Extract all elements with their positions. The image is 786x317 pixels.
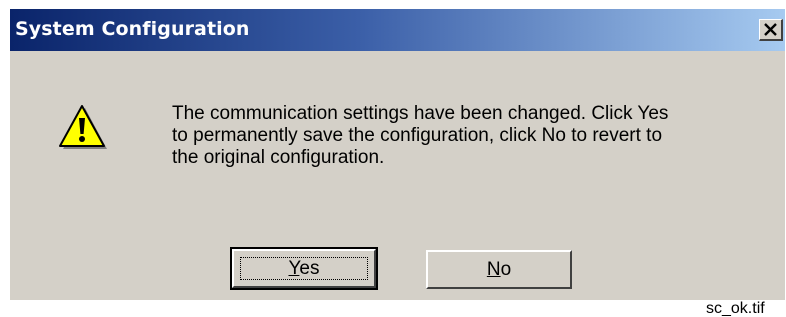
screenshot-canvas: System Configuration The communication s… xyxy=(0,0,786,317)
close-button[interactable] xyxy=(759,19,783,41)
file-caption: sc_ok.tif xyxy=(706,300,765,317)
message-line: the original configuration. xyxy=(172,147,385,168)
yes-button[interactable]: Yes xyxy=(230,247,378,290)
title-bar[interactable]: System Configuration xyxy=(10,9,785,51)
message-line: to permanently save the configuration, c… xyxy=(172,125,663,146)
focus-ring xyxy=(240,257,368,280)
no-label-rest: o xyxy=(500,259,512,280)
no-button[interactable]: No xyxy=(426,250,572,289)
no-accelerator: N xyxy=(486,259,501,280)
message-line: The communication settings have been cha… xyxy=(172,103,669,124)
close-icon xyxy=(764,23,777,36)
dialog-message: The communication settings have been cha… xyxy=(172,103,772,169)
dialog-title: System Configuration xyxy=(15,18,250,40)
warning-icon xyxy=(59,105,107,149)
system-configuration-dialog: System Configuration The communication s… xyxy=(10,9,785,300)
